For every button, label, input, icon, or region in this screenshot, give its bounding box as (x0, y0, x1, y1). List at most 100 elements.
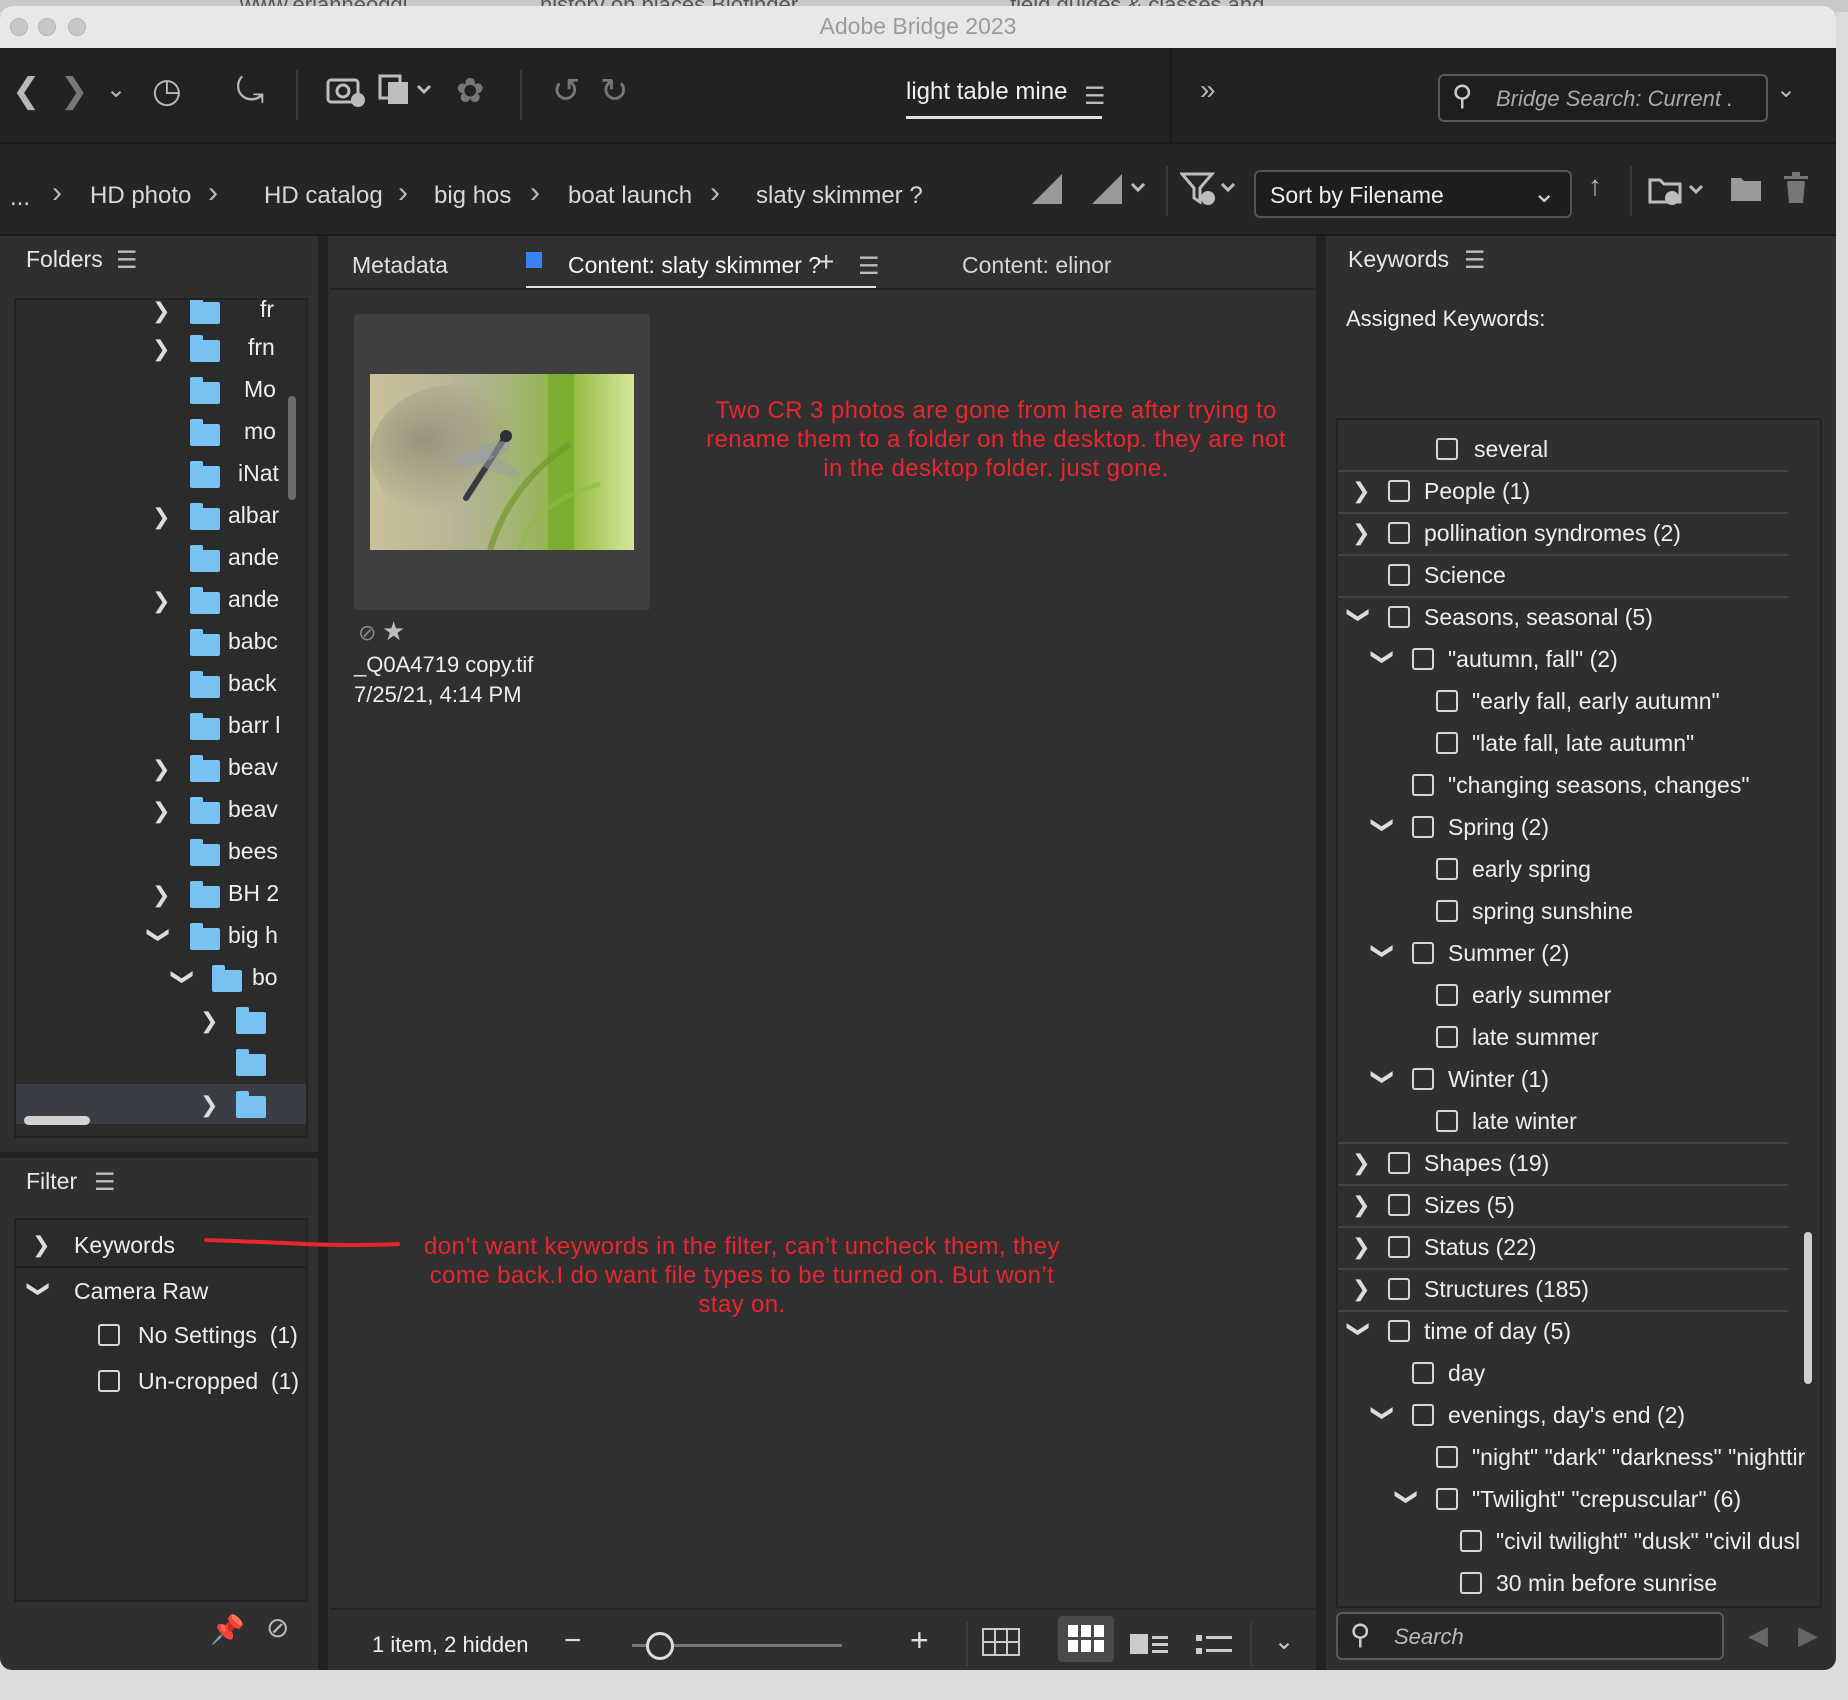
keyword-row[interactable]: "early fall, early autumn" (1338, 682, 1798, 724)
keyword-row[interactable]: ❯ Seasons, seasonal (5) (1338, 598, 1798, 640)
folder-row[interactable]: ❯ albar (16, 496, 306, 536)
keyword-checkbox[interactable] (1388, 1236, 1410, 1258)
delete-trash-icon[interactable] (1782, 172, 1810, 210)
filter-keywords-category[interactable]: Keywords (74, 1232, 175, 1259)
folder-row[interactable]: bees (16, 832, 306, 872)
folder-row[interactable]: Mo (16, 370, 306, 410)
keyword-checkbox[interactable] (1460, 1572, 1482, 1594)
view-list-icon[interactable] (1196, 1630, 1232, 1664)
keyword-row[interactable]: ❯ Status (22) (1338, 1228, 1798, 1270)
folder-row[interactable]: ❯ ande (16, 580, 306, 620)
breadcrumb-boat-launch[interactable]: boat launch (568, 182, 692, 210)
chevron-right-icon[interactable]: ❯ (152, 756, 170, 782)
keyword-checkbox[interactable] (1388, 1320, 1410, 1342)
folder-row[interactable]: back (16, 664, 306, 704)
folder-row[interactable]: ❯ beav (16, 748, 306, 788)
keyword-row[interactable]: ❯ Sizes (5) (1338, 1186, 1798, 1228)
slider-thumb[interactable] (646, 1632, 674, 1660)
open-recent-folder-icon[interactable] (1648, 172, 1708, 214)
search-options-chevron-icon[interactable]: ⌄ (1776, 78, 1796, 102)
keyword-row[interactable]: "night" "dark" "darkness" "nighttir (1338, 1438, 1805, 1480)
new-folder-icon[interactable] (1730, 174, 1762, 208)
keyword-checkbox[interactable] (1388, 606, 1410, 628)
folders-panel-menu-icon[interactable]: ☰ (116, 246, 138, 275)
keyword-row[interactable]: spring sunshine (1338, 892, 1798, 934)
breadcrumb-hd-catalog[interactable]: HD catalog (264, 182, 383, 210)
more-workspaces-icon[interactable]: » (1200, 76, 1216, 104)
chevron-down-icon[interactable]: ❯ (26, 1280, 52, 1298)
keyword-checkbox[interactable] (1388, 1278, 1410, 1300)
chevron-right-icon[interactable]: ❯ (1352, 1276, 1370, 1302)
tab-content-elinor[interactable]: Content: elinor (962, 252, 1112, 279)
keyword-checkbox[interactable] (1436, 690, 1458, 712)
keyword-checkbox[interactable] (1460, 1530, 1482, 1552)
rating-filter-icon[interactable] (1090, 172, 1150, 212)
chevron-down-icon[interactable]: ❯ (1370, 1404, 1396, 1422)
view-options-chevron-icon[interactable]: ⌄ (1274, 1630, 1294, 1654)
keyword-row[interactable]: late winter (1338, 1102, 1798, 1144)
keyword-checkbox[interactable] (1412, 1404, 1434, 1426)
chevron-down-icon[interactable]: ❯ (1346, 606, 1372, 624)
keyword-row[interactable]: 30 min before sunrise (1338, 1564, 1798, 1606)
folder-row[interactable] (16, 1042, 306, 1082)
chevron-right-icon[interactable]: ❯ (152, 300, 170, 324)
keyword-row[interactable]: early summer (1338, 976, 1798, 1018)
chevron-down-icon[interactable]: ❯ (1370, 942, 1396, 960)
chevron-right-icon[interactable]: ❯ (1352, 1150, 1370, 1176)
chevron-right-icon[interactable]: ❯ (200, 1008, 218, 1034)
rotate-left-icon[interactable]: ↺ (552, 74, 581, 108)
keywords-panel-menu-icon[interactable]: ☰ (1464, 246, 1486, 275)
tab-metadata[interactable]: Metadata (352, 252, 448, 279)
keyword-checkbox[interactable] (1388, 564, 1410, 586)
breadcrumb-hd-photo[interactable]: HD photo (90, 182, 191, 210)
keyword-row[interactable]: early spring (1338, 850, 1798, 892)
keyword-checkbox[interactable] (1436, 732, 1458, 754)
get-photos-camera-icon[interactable] (326, 72, 366, 114)
refine-icon[interactable] (378, 72, 434, 114)
chevron-down-icon[interactable]: ❯ (1394, 1488, 1420, 1506)
bridge-search-input[interactable]: ⚲ Bridge Search: Current . (1438, 74, 1768, 122)
folder-row[interactable]: babc (16, 622, 306, 662)
chevron-right-icon[interactable]: ❯ (1352, 1192, 1370, 1218)
pin-icon[interactable]: 📌 (210, 1616, 245, 1644)
workspace-menu-icon[interactable]: ☰ (1084, 82, 1106, 111)
keyword-row[interactable]: late summer (1338, 1018, 1798, 1060)
quality-icon[interactable] (1030, 172, 1064, 212)
keyword-row[interactable]: several (1338, 430, 1798, 472)
filter-items-icon[interactable] (1178, 170, 1240, 214)
keyword-checkbox[interactable] (1436, 1110, 1458, 1132)
keyword-checkbox[interactable] (1388, 1194, 1410, 1216)
chevron-right-icon[interactable]: ❯ (32, 1232, 50, 1258)
folder-row[interactable]: mo (16, 412, 306, 452)
forward-arrow-icon[interactable]: ❯ (60, 74, 89, 108)
keyword-checkbox[interactable] (1412, 1362, 1434, 1384)
folder-row[interactable]: ❯ bo (16, 958, 306, 998)
chevron-down-icon[interactable]: ❯ (1370, 816, 1396, 834)
folder-row[interactable]: ❯ BH 2 (16, 874, 306, 914)
folders-horizontal-scrollbar[interactable] (24, 1116, 90, 1125)
content-tab-menu-icon[interactable]: ☰ (858, 252, 880, 281)
chevron-down-icon[interactable]: ❯ (1370, 648, 1396, 666)
chevron-down-icon[interactable]: ❯ (146, 926, 172, 944)
chevron-right-icon[interactable]: ❯ (152, 504, 170, 530)
sort-ascending-icon[interactable]: ↑ (1588, 172, 1602, 200)
keyword-checkbox[interactable] (1388, 480, 1410, 502)
boomerang-icon[interactable]: ⤿ (236, 74, 264, 108)
folder-row[interactable]: ❯ (16, 1000, 306, 1040)
keyword-checkbox[interactable] (1388, 522, 1410, 544)
previous-result-icon[interactable]: ◀ (1748, 1620, 1768, 1651)
keyword-checkbox[interactable] (1436, 984, 1458, 1006)
folder-row[interactable]: iNat (16, 454, 306, 494)
keyword-checkbox[interactable] (1436, 1488, 1458, 1510)
folders-panel-title[interactable]: Folders (26, 246, 103, 273)
filter-panel-title[interactable]: Filter (26, 1168, 77, 1195)
keyword-row[interactable]: day (1338, 1354, 1798, 1396)
chevron-right-icon[interactable]: ❯ (152, 882, 170, 908)
chevron-right-icon[interactable]: ❯ (1352, 1234, 1370, 1260)
clear-filter-icon[interactable]: ⊘ (266, 1614, 289, 1642)
keyword-checkbox[interactable] (1436, 1026, 1458, 1048)
keyword-row[interactable]: ❯ "Twilight" "crepuscular" (6) (1338, 1480, 1798, 1522)
keyword-row[interactable]: ❯ "autumn, fall" (2) (1338, 640, 1798, 682)
camera-raw-icon[interactable]: ✿ (456, 74, 485, 108)
keyword-checkbox[interactable] (1436, 1446, 1458, 1468)
